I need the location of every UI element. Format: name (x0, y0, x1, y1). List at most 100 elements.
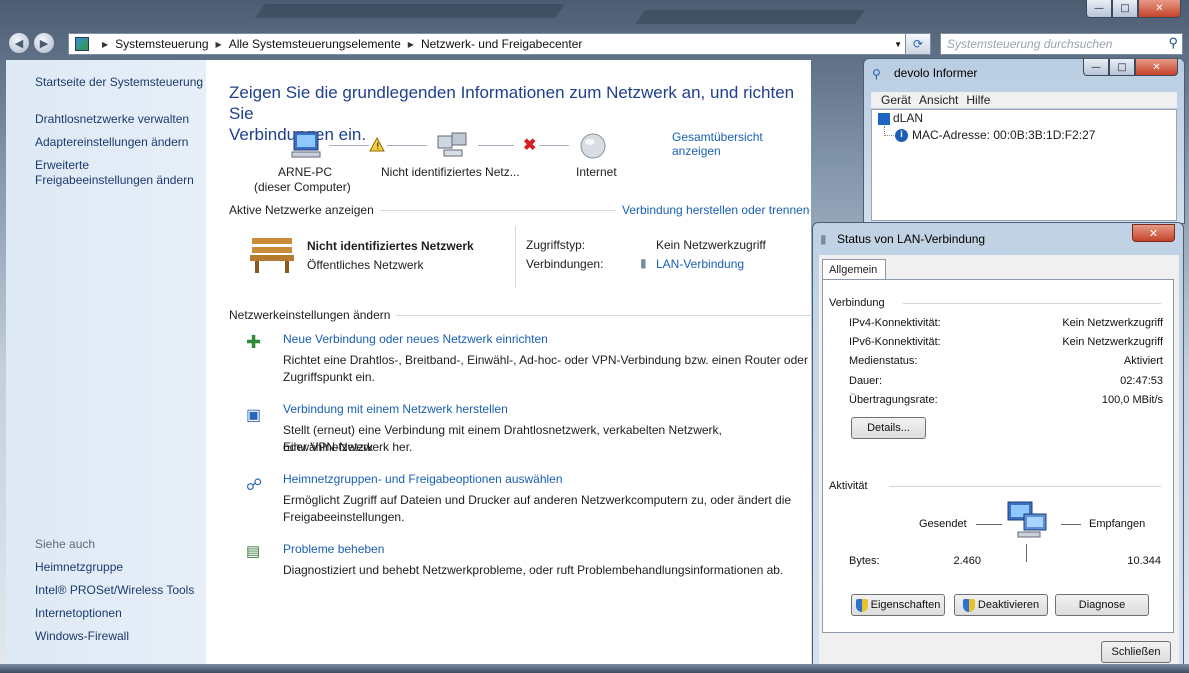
deactivate-button[interactable]: Deaktivieren (954, 594, 1048, 616)
search-icon[interactable]: ⚲ (1168, 35, 1178, 51)
close-button[interactable]: ✕ (1138, 0, 1181, 18)
svg-text:!: ! (376, 142, 380, 152)
devolo-informer-window: ⚲ devolo Informer — □ ✕ Gerät Ansicht Hi… (863, 58, 1185, 224)
media-status-value: Aktiviert (1123, 355, 1163, 367)
see-also-title: Siehe auch (35, 537, 96, 551)
dialog-panel: Allgemein Verbindung IPv4-Konnektivität:… (819, 255, 1179, 665)
close-button[interactable]: ✕ (1135, 59, 1178, 76)
sidebar-item-firewall[interactable]: Windows-Firewall (35, 629, 129, 644)
close-dialog-button[interactable]: Schließen (1101, 641, 1171, 663)
tab-allgemein[interactable]: Allgemein (822, 259, 886, 280)
task-homegroup-link[interactable]: Heimnetzgruppen- und Freigabeoptionen au… (283, 472, 563, 486)
sidebar-item-internetoptions[interactable]: Internetoptionen (35, 606, 122, 621)
forward-button[interactable]: ▶ (33, 32, 55, 54)
connect-disconnect-link[interactable]: Verbindung herstellen oder trennen (616, 203, 810, 217)
homegroup-icon: ☍ (246, 477, 263, 494)
ipv6-label: IPv6-Konnektivität: (849, 336, 941, 348)
troubleshoot-icon: ▤ (246, 543, 261, 560)
duration-value: 02:47:53 (1120, 375, 1163, 387)
sidebar-item-adapter[interactable]: Adaptereinstellungen ändern (35, 135, 188, 150)
magnifier-icon: ⚲ (872, 67, 881, 81)
active-networks-title: Aktive Netzwerke anzeigen (229, 203, 380, 217)
breadcrumb-item[interactable]: Netzwerk- und Freigabecenter (421, 37, 582, 51)
menu-item-hilfe[interactable]: Hilfe (966, 93, 990, 107)
network-icon (437, 132, 467, 157)
back-button[interactable]: ◀ (8, 32, 30, 54)
chevron-right-icon: ▶ (102, 39, 109, 49)
received-label: Empfangen (1089, 518, 1146, 530)
sidebar: Startseite der Systemsteuerung Drahtlosn… (6, 60, 206, 664)
network-activity-icon (1007, 501, 1047, 538)
page-title-line1: Zeigen Sie die grundlegenden Information… (229, 83, 795, 123)
network-name: Nicht identifiziertes Netzwerk (307, 239, 474, 253)
main-content: Zeigen Sie die grundlegenden Information… (206, 60, 811, 664)
computer-icon (291, 131, 321, 158)
close-button[interactable]: ✕ (1132, 224, 1175, 242)
overview-link[interactable]: Gesamtübersicht anzeigen (672, 130, 811, 158)
connect-network-icon: ▣ (246, 407, 262, 424)
uac-shield-icon (962, 598, 975, 612)
info-icon: i (895, 129, 908, 142)
refresh-button[interactable]: ⟳ (905, 33, 931, 55)
sidebar-item-wireless[interactable]: Drahtlosnetzwerke verwalten (35, 112, 189, 127)
bench-icon (250, 238, 294, 273)
properties-button[interactable]: Eigenschaften (851, 594, 945, 616)
search-input[interactable]: Systemsteuerung durchsuchen ⚲ (940, 33, 1183, 55)
task-desc: Diagnostiziert und behebt Netzwerkproble… (283, 563, 784, 577)
chevron-down-icon[interactable]: ▼ (894, 40, 902, 49)
chevron-right-icon: ▶ (407, 39, 414, 49)
task-desc: Zugriffspunkt ein. (283, 370, 375, 384)
sidebar-item-proset[interactable]: Intel® PROSet/Wireless Tools (35, 583, 194, 598)
ipv4-label: IPv4-Konnektivität: (849, 317, 941, 329)
network-type[interactable]: Öffentliches Netzwerk (307, 258, 424, 272)
uac-shield-icon (855, 598, 868, 612)
search-placeholder: Systemsteuerung durchsuchen (947, 37, 1113, 51)
chevron-right-icon: ▶ (215, 39, 222, 49)
forward-arrow-icon: ▶ (39, 36, 49, 50)
breadcrumb-item[interactable]: Alle Systemsteuerungselemente (229, 37, 401, 51)
divider (1026, 544, 1027, 562)
maximize-button[interactable]: □ (1112, 0, 1138, 18)
menu-item-geraet[interactable]: Gerät (881, 93, 911, 107)
minimize-button[interactable]: — (1086, 0, 1112, 18)
refresh-icon: ⟳ (912, 37, 924, 51)
media-status-label: Medienstatus: (849, 355, 918, 367)
window-caption-buttons: — □ ✕ (1086, 0, 1181, 18)
ipv6-value: Kein Netzwerkzugriff (1062, 336, 1163, 348)
lan-status-dialog: ▮ Status von LAN-Verbindung ✕ Allgemein … (812, 222, 1184, 670)
task-desc: Ermöglicht Zugriff auf Dateien und Druck… (283, 493, 792, 507)
internet-globe-icon (580, 133, 606, 159)
access-type-value: Kein Netzwerkzugriff (656, 238, 766, 252)
speed-label: Übertragungsrate: (849, 394, 938, 406)
connections-label: Verbindungen: (526, 257, 604, 271)
divider (515, 226, 516, 288)
tab-body: Verbindung IPv4-Konnektivität: Kein Netz… (822, 279, 1174, 633)
group-activity-title: Aktivität (829, 480, 868, 492)
breadcrumb-item[interactable]: Systemsteuerung (115, 37, 208, 51)
internet-label: Internet (576, 165, 617, 179)
minimize-button[interactable]: — (1083, 59, 1109, 76)
address-box[interactable]: ▶ Systemsteuerung ▶ Alle Systemsteuerung… (68, 33, 930, 55)
task-connect-link[interactable]: Verbindung mit einem Netzwerk herstellen (283, 402, 508, 416)
sent-label: Gesendet (919, 518, 967, 530)
mac-address[interactable]: MAC-Adresse: 00:0B:3B:1D:F2:27 (912, 128, 1095, 142)
sidebar-item-homegroup[interactable]: Heimnetzgruppe (35, 560, 123, 575)
settings-title: Netzwerkeinstellungen ändern (229, 308, 397, 322)
group-connection-title: Verbindung (829, 297, 885, 309)
task-desc: Freigabeeinstellungen. (283, 510, 405, 524)
maximize-button[interactable]: □ (1109, 59, 1135, 76)
computer-name: ARNE-PC (278, 165, 333, 179)
sidebar-item-advanced-2[interactable]: Freigabeeinstellungen ändern (35, 173, 194, 188)
diagnose-button[interactable]: Diagnose (1055, 594, 1149, 616)
tree-root[interactable]: dLAN (893, 111, 923, 125)
task-troubleshoot-link[interactable]: Probleme beheben (283, 542, 384, 556)
access-type-label: Zugriffstyp: (526, 238, 586, 252)
sidebar-item-advanced-1[interactable]: Erweiterte (35, 158, 89, 173)
task-desc: Richtet eine Drahtlos-, Breitband-, Einw… (283, 353, 808, 367)
details-button[interactable]: Details... (851, 417, 926, 439)
sidebar-item-home[interactable]: Startseite der Systemsteuerung (35, 75, 203, 90)
task-new-connection-link[interactable]: Neue Verbindung oder neues Netzwerk einr… (283, 332, 548, 346)
lan-connection-link[interactable]: LAN-Verbindung (656, 257, 744, 271)
menu-item-ansicht[interactable]: Ansicht (919, 93, 958, 107)
dialog-title: Status von LAN-Verbindung (837, 232, 986, 246)
